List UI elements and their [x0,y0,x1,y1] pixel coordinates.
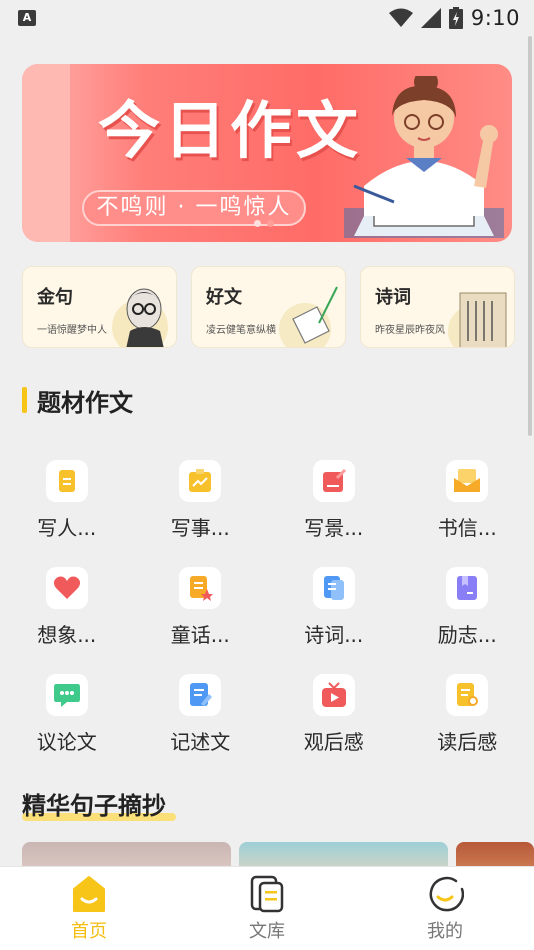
heart-icon [45,567,88,609]
quick-card-subtitle: 凌云健笔意纵横 [206,325,276,336]
notebook-pen-icon [279,286,338,347]
banner-title: 今日作文 [98,94,363,167]
banner-stripe [22,64,70,242]
section-title: 精华句子摘抄 [22,792,166,820]
topic-item-narrative[interactable]: 记述文 [134,674,268,781]
excerpt-section-header: 精华句子摘抄 [22,786,176,821]
topic-item-book-review[interactable]: 读后感 [401,674,534,781]
battery-icon [448,7,463,29]
topic-label: 写事... [170,516,230,540]
topic-item-portrait[interactable]: 写人... [0,460,134,567]
topic-item-argument[interactable]: 议论文 [0,674,134,781]
copy-doc-icon [312,567,355,609]
notification-icon: A [18,10,36,26]
tab-home[interactable]: 首页 [0,867,178,950]
topic-item-film-review[interactable]: 观后感 [267,674,401,781]
topic-label: 读后感 [437,730,498,754]
topic-label: 书信... [437,516,497,540]
topic-item-scenery[interactable]: 写景... [267,460,401,567]
topic-label: 励志... [437,623,497,647]
portrait-icon [112,288,168,347]
home-icon [73,876,105,912]
quick-card-poems[interactable]: 诗词 昨夜星辰昨夜风 [360,266,515,348]
tab-library[interactable]: 文库 [178,867,356,950]
topic-label: 记述文 [170,730,231,754]
document-icon [45,460,88,502]
edit-doc-icon [179,674,222,716]
topic-item-event[interactable]: 写事... [134,460,268,567]
letter-icon [446,460,489,502]
topic-item-inspiration[interactable]: 励志... [401,567,534,674]
wifi-icon [388,8,413,27]
tv-play-icon [312,674,355,716]
quick-card-title: 金句 [37,287,73,308]
banner[interactable]: 今日作文 不鸣则 · 一鸣惊人 [22,64,512,242]
chat-icon [45,674,88,716]
topic-label: 写人... [37,516,97,540]
topic-label: 诗词... [304,623,364,647]
topic-item-imagination[interactable]: 想象... [0,567,134,674]
quick-card-subtitle: 昨夜星辰昨夜风 [375,325,445,336]
pencil-picture-icon [312,460,355,502]
chart-board-icon [179,460,222,502]
quick-card-quotes[interactable]: 金句 一语惊醒梦中人 [22,266,177,348]
student-illustration [344,76,504,238]
quick-card-title: 好文 [206,287,242,308]
bookmark-icon [446,567,489,609]
library-icon [250,875,284,913]
quick-card-subtitle: 一语惊醒梦中人 [37,325,107,336]
section-title: 题材作文 [37,388,133,417]
topic-item-poetry[interactable]: 诗词... [267,567,401,674]
search-doc-icon [446,674,489,716]
scrollbar[interactable] [528,36,532,436]
topic-label: 写景... [304,516,364,540]
bottom-tab-bar: 首页 文库 我的 [0,866,534,950]
scroll-book-icon [448,292,507,347]
topic-item-fairy-tale[interactable]: 童话... [134,567,268,674]
signal-icon [420,8,441,28]
tab-label: 首页 [71,921,107,942]
profile-icon [429,876,464,912]
quick-card-title: 诗词 [375,287,411,308]
carousel-dots [254,220,274,227]
topic-label: 观后感 [303,730,364,754]
topic-label: 想象... [37,623,97,647]
topic-section-header: 题材作文 [22,384,133,417]
star-book-icon [179,567,222,609]
section-accent-bar [22,387,27,413]
topic-label: 议论文 [36,730,97,754]
clock: 9:10 [470,6,520,30]
quick-card-articles[interactable]: 好文 凌云健笔意纵横 [191,266,346,348]
tab-profile[interactable]: 我的 [356,867,534,950]
topic-grid: 写人... 写事... 写景... 书信... 想象... 童话... 诗词..… [0,460,534,781]
topic-label: 童话... [170,623,230,647]
tab-label: 我的 [427,921,463,942]
topic-item-letter[interactable]: 书信... [401,460,534,567]
status-bar: A 9:10 [0,0,534,36]
tab-label: 文库 [249,921,285,942]
